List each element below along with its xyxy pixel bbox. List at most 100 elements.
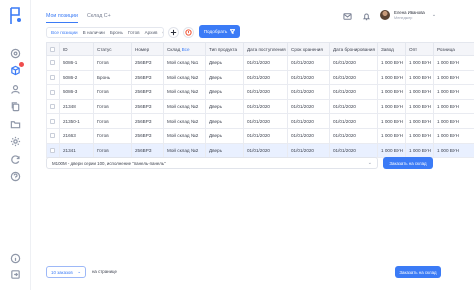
cell-product-type: Дверь — [205, 69, 244, 86]
cell-id: 21350-1 — [59, 113, 94, 129]
column-header-booking-date[interactable]: Дата бронирования — [329, 42, 378, 56]
logout-icon[interactable] — [10, 269, 21, 280]
row-checkbox[interactable] — [46, 113, 60, 129]
cell-number: 256ВРЗ — [131, 98, 164, 115]
column-header-status[interactable]: Статус — [93, 42, 132, 56]
cell-product-type: Дверь — [205, 127, 244, 144]
table-row[interactable]: 21341 Готов 256ВРЗ Мой склад №2 Дверь 01/01/2… — [46, 142, 474, 159]
table-row[interactable]: 5086-3 Готов 256ВРЗ Мой склад №2 Дверь 01/01/… — [46, 84, 474, 100]
cell-number: 256ВРЗ — [131, 69, 164, 86]
table-row[interactable]: 21350-1 Готов 256ВРЗ Мой склад №2 Дверь 01/01… — [46, 113, 474, 129]
table-row[interactable]: 5086-2 Бронь 256ВРЗ Мой склад №2 Дверь 01/01/… — [46, 69, 474, 86]
top-tabs: Мои позиции Склад С+ — [46, 13, 111, 23]
filter-tab-ready[interactable]: Готов — [128, 30, 140, 35]
table-row[interactable]: 21663 Готов 256ВРЗ Мой склад №2 Дверь 01/01/2… — [46, 127, 474, 144]
select-all-checkbox[interactable] — [46, 42, 60, 56]
column-header-arrival-date[interactable]: Дата поступления — [243, 42, 288, 56]
user-icon[interactable] — [10, 84, 21, 95]
row-checkbox[interactable] — [46, 142, 60, 159]
filter-tab-archive[interactable]: Архив — [145, 30, 158, 35]
cell-retail-price: 1 000 ВУН — [433, 84, 474, 100]
cell-factory-price: 1 000 ВУН — [377, 127, 406, 144]
cell-factory-price: 1 000 ВУН — [377, 55, 406, 71]
filter-tab-reserved[interactable]: Бронь — [110, 30, 123, 35]
cell-id: 21348 — [59, 98, 94, 115]
help-icon[interactable] — [10, 171, 21, 182]
column-header-retail-price[interactable]: Розница — [433, 42, 474, 56]
cell-wholesale-price: 1 000 ВУН — [405, 127, 434, 144]
chevron-down-icon: ⌄ — [367, 160, 372, 166]
cell-booking-date: 01/01/2020 — [329, 69, 378, 86]
copy-icon[interactable] — [10, 101, 21, 112]
bell-icon[interactable] — [362, 12, 371, 21]
row-checkbox[interactable] — [46, 84, 60, 100]
column-header-product-type[interactable]: Тип продукта — [205, 42, 244, 56]
table-row[interactable]: 21348 Готов 256ВРЗ Мой склад №2 Дверь 01/01/2… — [46, 98, 474, 115]
cell-wholesale-price: 1 000 ВУН — [405, 142, 434, 159]
column-header-warehouse[interactable]: Склад Все — [163, 42, 206, 56]
chevron-down-icon: ⌄ — [77, 269, 81, 274]
cell-warehouse: Мой склад №2 — [163, 142, 206, 159]
cell-warehouse: Мой склад №2 — [163, 69, 206, 86]
order-to-warehouse-label: Заказать на склад — [389, 160, 427, 166]
cell-storage-term: 01/01/2020 — [287, 55, 330, 71]
refresh-icon[interactable] — [10, 154, 21, 165]
cell-factory-price: 1 000 ВУН — [377, 84, 406, 100]
filter-tab-all[interactable]: Все позиции — [51, 30, 78, 35]
alert-button[interactable] — [183, 27, 194, 38]
cell-storage-term: 01/01/2020 — [287, 98, 330, 115]
notification-badge — [19, 62, 24, 67]
cell-booking-date: 01/01/2020 — [329, 142, 378, 159]
box-icon[interactable] — [10, 62, 24, 76]
page-size-value: 10 заказов — [51, 269, 73, 275]
order-to-warehouse-footer-label: Заказать на склад — [399, 269, 437, 275]
row-checkbox[interactable] — [46, 55, 60, 71]
cell-status: Готов — [93, 142, 132, 159]
filter-tab-more[interactable]: С — [162, 30, 163, 35]
cell-storage-term: 01/01/2020 — [287, 127, 330, 144]
mail-icon[interactable] — [343, 12, 352, 21]
tab-warehouse-c[interactable]: Склад С+ — [87, 13, 111, 23]
home-icon[interactable] — [10, 48, 21, 59]
info-icon[interactable] — [10, 253, 21, 264]
row-checkbox[interactable] — [46, 69, 60, 86]
select-button[interactable]: Подобрать — [199, 25, 240, 38]
cell-product-type: Дверь — [205, 84, 244, 100]
order-to-warehouse-footer-button[interactable]: Заказать на склад — [395, 266, 441, 278]
cell-arrival-date: 01/01/2020 — [243, 98, 288, 115]
cell-factory-price: 1 000 ВУН — [377, 142, 406, 159]
row-checkbox[interactable] — [46, 98, 60, 115]
row-checkbox[interactable] — [46, 127, 60, 144]
tab-my-positions[interactable]: Мои позиции — [46, 13, 78, 23]
cell-warehouse: Мой склад №2 — [163, 84, 206, 100]
cell-id: 5086-3 — [59, 84, 94, 100]
cell-booking-date: 01/01/2020 — [329, 84, 378, 100]
folder-icon[interactable] — [10, 119, 21, 130]
cell-booking-date: 01/01/2020 — [329, 113, 378, 129]
warehouse-filter-value[interactable]: Все — [182, 47, 190, 52]
page-size-select[interactable]: 10 заказов ⌄ — [46, 266, 86, 278]
column-header-wholesale-price[interactable]: Опт — [405, 42, 434, 56]
cell-number: 256ВРЗ — [131, 142, 164, 159]
cell-status: Готов — [93, 113, 132, 129]
cell-storage-term: 01/01/2020 — [287, 84, 330, 100]
cell-booking-date: 01/01/2020 — [329, 127, 378, 144]
cell-number: 256ВРЗ — [131, 55, 164, 71]
filter-tab-in-stock[interactable]: В наличии — [83, 30, 105, 35]
add-button[interactable] — [168, 27, 179, 38]
cell-arrival-date: 01/01/2020 — [243, 84, 288, 100]
column-header-storage-term[interactable]: Срок хранения — [287, 42, 330, 56]
cell-storage-term: 01/01/2020 — [287, 142, 330, 159]
settings-icon[interactable] — [10, 136, 21, 147]
cell-retail-price: 1 000 ВУН — [433, 127, 474, 144]
user-menu[interactable]: Елена Иванова Менеджер ⌄ — [380, 10, 436, 20]
product-series-select[interactable]: М100М - двери серии 100, исполнение "пан… — [46, 157, 378, 169]
column-header-factory-price[interactable]: Завод — [377, 42, 406, 56]
table-row[interactable]: 5086-1 Готов 256ВРЗ Мой склад №1 Дверь 01/01/… — [46, 55, 474, 71]
column-header-number[interactable]: Номер — [131, 42, 164, 56]
column-header-id[interactable]: ID — [59, 42, 94, 56]
order-to-warehouse-button[interactable]: Заказать на склад — [383, 157, 433, 169]
cell-product-type: Дверь — [205, 98, 244, 115]
cell-booking-date: 01/01/2020 — [329, 98, 378, 115]
cell-retail-price: 1 000 ВУН — [433, 142, 474, 159]
